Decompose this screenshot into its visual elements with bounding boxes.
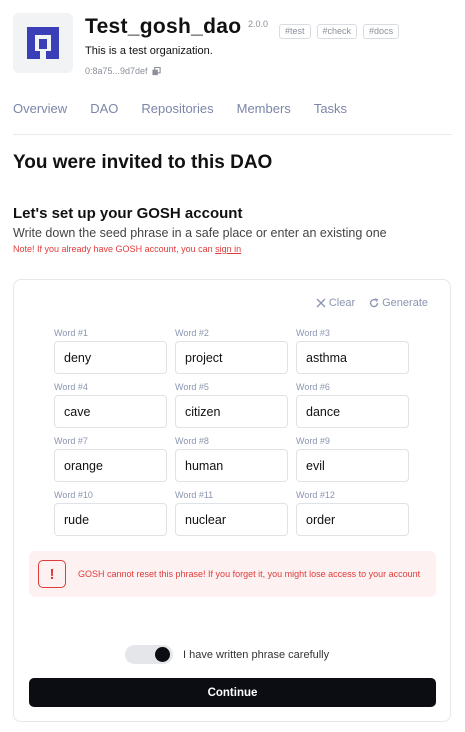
word-input[interactable] [54,449,167,482]
word-label: Word #1 [54,328,88,338]
warning-banner: ! GOSH cannot reset this phrase! If you … [29,551,436,597]
word-label: Word #7 [54,436,88,446]
word-input[interactable] [54,341,167,374]
word-input[interactable] [175,449,288,482]
word-label: Word #5 [175,382,209,392]
word-label: Word #9 [296,436,330,446]
copy-icon[interactable] [152,66,161,76]
generate-label: Generate [382,297,428,309]
sign-in-link[interactable]: sign in [215,244,241,254]
org-logo [13,13,73,73]
x-icon [316,298,326,308]
org-tabs: Overview DAO Repositories Members Tasks [13,101,370,116]
note-text: Note! If you already have GOSH account, … [13,244,216,254]
word-field: Word #7 [54,435,167,489]
setup-title: Let's set up your GOSH account [13,205,243,222]
confirm-toggle[interactable] [125,645,173,664]
word-field: Word #10 [54,489,167,543]
org-name: Test_gosh_dao [85,15,242,38]
confirm-row: I have written phrase carefully [125,645,329,664]
address-text: 0:8a75...9d7def [85,66,148,76]
clear-label: Clear [328,297,356,309]
tag[interactable]: #docs [363,24,400,39]
seed-words-grid: Word #1 Word #2 Word #3 Word #4 Word #5 … [54,327,409,543]
org-description: This is a test organization. [85,45,213,57]
word-field: Word #4 [54,381,167,435]
word-input[interactable] [54,395,167,428]
toggle-knob [155,647,170,662]
seed-phrase-card: Clear Generate Word #1 Word #2 Word #3 W… [13,279,451,722]
word-label: Word #2 [175,328,209,338]
word-label: Word #8 [175,436,209,446]
word-field: Word #8 [175,435,288,489]
org-tags: #test #check #docs [279,24,400,39]
org-version: 2.0.0 [248,19,269,29]
warning-text: GOSH cannot reset this phrase! If you fo… [78,568,421,579]
gosh-logo-icon [27,27,59,59]
tabs-divider [13,134,452,135]
setup-note: Note! If you already have GOSH account, … [13,244,241,254]
word-input[interactable] [175,503,288,536]
word-input[interactable] [296,395,409,428]
setup-subtitle: Write down the seed phrase in a safe pla… [13,226,387,240]
word-input[interactable] [296,449,409,482]
refresh-icon [369,298,379,308]
tag[interactable]: #check [316,24,358,39]
word-label: Word #4 [54,382,88,392]
word-field: Word #12 [296,489,409,543]
tab-overview[interactable]: Overview [13,101,67,116]
generate-button[interactable]: Generate [369,297,428,309]
word-input[interactable] [296,503,409,536]
tab-dao[interactable]: DAO [90,101,118,116]
word-field: Word #6 [296,381,409,435]
clear-button[interactable]: Clear [316,297,355,309]
word-label: Word #11 [175,490,214,500]
tag[interactable]: #test [279,24,311,39]
word-input[interactable] [54,503,167,536]
word-input[interactable] [175,395,288,428]
word-input[interactable] [175,341,288,374]
word-label: Word #6 [296,382,330,392]
org-address: 0:8a75...9d7def [85,66,161,76]
word-input[interactable] [296,341,409,374]
word-label: Word #3 [296,328,330,338]
word-field: Word #11 [175,489,288,543]
word-label: Word #10 [54,490,93,500]
tab-tasks[interactable]: Tasks [314,101,347,116]
word-field: Word #9 [296,435,409,489]
page-title: You were invited to this DAO [13,152,273,173]
tab-members[interactable]: Members [237,101,291,116]
continue-button[interactable]: Continue [29,678,436,707]
word-field: Word #1 [54,327,167,381]
word-field: Word #5 [175,381,288,435]
confirm-label: I have written phrase carefully [183,648,330,661]
word-field: Word #2 [175,327,288,381]
word-label: Word #12 [296,490,335,500]
word-field: Word #3 [296,327,409,381]
exclamation-icon: ! [38,560,66,588]
phrase-actions: Clear Generate [316,297,428,309]
tab-repositories[interactable]: Repositories [141,101,213,116]
